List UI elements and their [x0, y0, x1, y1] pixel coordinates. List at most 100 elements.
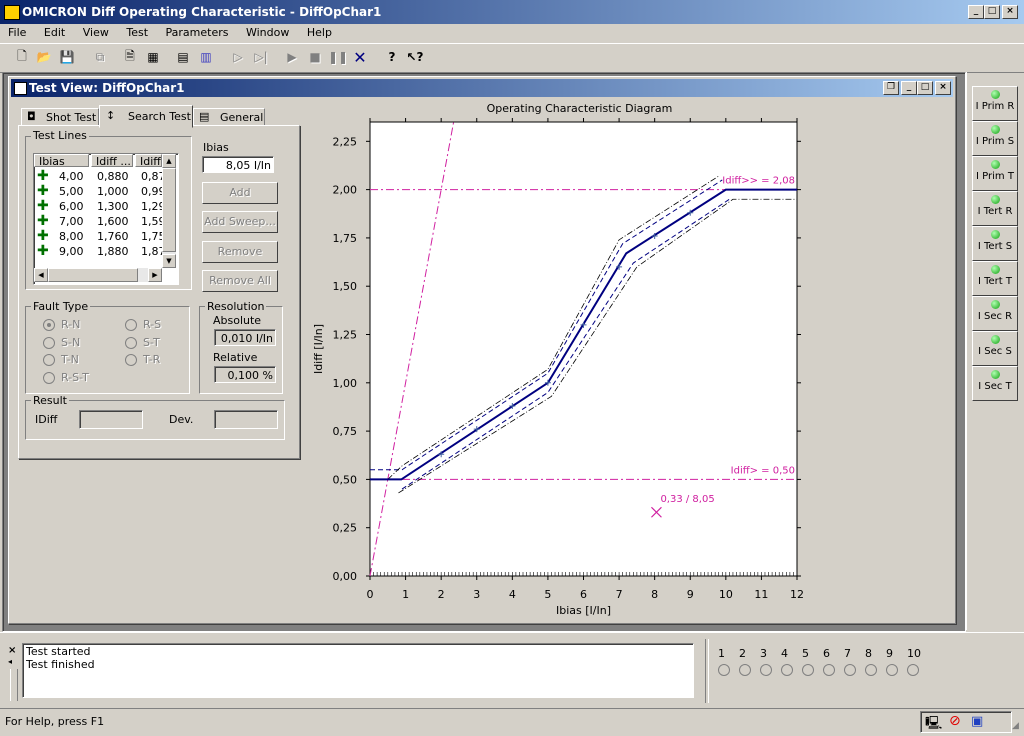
log-splitter[interactable] — [10, 669, 18, 701]
side-button-i-prim-s[interactable]: I Prim S — [972, 121, 1018, 156]
side-button-i-tert-s[interactable]: I Tert S — [972, 226, 1018, 261]
channel-radio[interactable] — [739, 664, 751, 676]
channel-radio[interactable] — [865, 664, 877, 676]
col-idiff-nominal[interactable]: Idiff ... — [91, 154, 133, 168]
table-row[interactable]: ✚ 7,00 1,600 1,59 — [34, 213, 166, 229]
col-ibias[interactable]: Ibias — [34, 154, 89, 168]
relative-input[interactable]: 0,100 % — [214, 366, 276, 383]
copy-icon[interactable]: ⧉ — [90, 47, 110, 67]
y-tick-label: 1,25 — [333, 329, 358, 342]
scroll-thumb[interactable] — [162, 168, 176, 252]
remove-button[interactable]: Remove — [202, 241, 278, 263]
side-button-i-prim-r[interactable]: I Prim R — [972, 86, 1018, 121]
tab-general[interactable]: ▤ General — [193, 108, 265, 125]
play-icon[interactable]: ▶ — [282, 47, 302, 67]
table-icon[interactable]: ▦ — [143, 47, 163, 67]
help-icon[interactable]: ? — [382, 47, 402, 67]
context-help-icon[interactable]: ↖? — [405, 47, 425, 67]
tab-shot-test[interactable]: ◘ Shot Test — [21, 108, 99, 125]
side-button-i-sec-r[interactable]: I Sec R — [972, 296, 1018, 331]
device-icon[interactable]: ▥ — [196, 47, 216, 67]
step-icon[interactable]: ▷| — [251, 47, 271, 67]
new-icon[interactable]: 🗋 — [12, 47, 32, 67]
child-close-button[interactable]: × — [935, 81, 951, 95]
tab-search-test[interactable]: ↕ Search Test — [99, 105, 193, 128]
side-button-label: I Prim R — [975, 101, 1015, 112]
test-lines-list[interactable]: Ibias Idiff ... Idiff ✚ 4,00 0,880 0,87 ✚ 5,0… — [33, 153, 179, 285]
child-icon — [14, 82, 27, 95]
log-pin-icon[interactable]: ◂ — [8, 657, 12, 666]
menu-parameters[interactable]: Parameters — [166, 26, 229, 39]
col-idiff[interactable]: Idiff — [135, 154, 162, 167]
stop-icon[interactable]: ■ — [305, 47, 325, 67]
open-icon[interactable]: 📂 — [34, 47, 54, 67]
play-outline-icon[interactable]: ▷ — [228, 47, 248, 67]
scroll-up-button[interactable]: ▲ — [162, 154, 176, 168]
calc-icon[interactable]: ▤ — [173, 47, 193, 67]
channel-radio[interactable] — [718, 664, 730, 676]
x-tick-label: 12 — [790, 588, 804, 601]
child-restore-button[interactable]: ❐ — [883, 81, 899, 95]
operating-characteristic-chart[interactable]: Operating Characteristic Diagram 0,00 0,25… — [301, 97, 821, 619]
side-button-i-tert-t[interactable]: I Tert T — [972, 261, 1018, 296]
channel-label: 8 — [865, 647, 872, 660]
menu-view[interactable]: View — [83, 26, 109, 39]
maximize-button[interactable]: □ — [984, 5, 1000, 19]
channel-radio[interactable] — [760, 664, 772, 676]
device-connection-icon: ▣ — [971, 714, 984, 729]
pause-icon[interactable]: ❚❚ — [328, 47, 348, 67]
report-icon[interactable]: 🗎 — [120, 47, 140, 67]
result-label: Result — [31, 394, 69, 407]
plus-icon: ✚ — [37, 243, 49, 259]
log-box[interactable]: Test started Test finished — [22, 643, 694, 698]
table-row[interactable]: ✚ 8,00 1,760 1,75 — [34, 228, 166, 244]
table-row[interactable]: ✚ 6,00 1,300 1,29 — [34, 198, 166, 214]
side-button-i-sec-s[interactable]: I Sec S — [972, 331, 1018, 366]
channel-radio[interactable] — [844, 664, 856, 676]
scroll-right-button[interactable]: ▶ — [148, 268, 162, 282]
clear-icon[interactable]: ✕ — [350, 47, 370, 67]
horizontal-scrollbar[interactable]: ◀ ▶ — [34, 268, 162, 282]
limit-line-label: Idiff>> = 2,08 — [722, 176, 795, 187]
ibias-input[interactable]: 8,05 I/In — [202, 156, 274, 173]
absolute-input[interactable]: 0,010 I/In — [214, 329, 276, 346]
log-close-icon[interactable]: × — [8, 645, 16, 656]
save-icon[interactable]: 💾 — [57, 47, 77, 67]
status-led-icon — [990, 125, 1000, 134]
minimize-button[interactable]: _ — [968, 5, 984, 19]
remove-all-button[interactable]: Remove All — [202, 270, 278, 292]
child-minimize-button[interactable]: _ — [901, 81, 917, 95]
scroll-down-button[interactable]: ▼ — [162, 254, 176, 268]
vertical-scrollbar[interactable]: ▲ ▼ — [162, 154, 176, 268]
channel-radio[interactable] — [781, 664, 793, 676]
close-button[interactable]: × — [1002, 5, 1018, 19]
scroll-left-button[interactable]: ◀ — [34, 268, 48, 282]
table-row[interactable]: ✚ 9,00 1,880 1,87 — [34, 243, 166, 259]
side-button-label: I Prim T — [976, 171, 1014, 182]
add-button[interactable]: Add — [202, 182, 278, 204]
channel-radio[interactable] — [823, 664, 835, 676]
side-button-label: I Tert T — [977, 276, 1012, 287]
y-tick-label: 2,25 — [333, 135, 358, 148]
channel-radio[interactable] — [907, 664, 919, 676]
result-marker-label: 0,33 / 8,05 — [660, 494, 714, 505]
add-sweep-button[interactable]: Add Sweep... — [202, 211, 278, 233]
menu-edit[interactable]: Edit — [44, 26, 65, 39]
menu-help[interactable]: Help — [307, 26, 332, 39]
channel-radio[interactable] — [886, 664, 898, 676]
side-button-i-sec-t[interactable]: I Sec T — [972, 366, 1018, 401]
menu-file[interactable]: File — [8, 26, 26, 39]
child-maximize-button[interactable]: □ — [917, 81, 933, 95]
table-row[interactable]: ✚ 4,00 0,880 0,87 — [34, 168, 166, 184]
side-button-i-tert-r[interactable]: I Tert R — [972, 191, 1018, 226]
channel-radio[interactable] — [802, 664, 814, 676]
menu-test[interactable]: Test — [126, 26, 148, 39]
x-axis-label: Ibias [I/In] — [556, 604, 611, 617]
menu-window[interactable]: Window — [246, 26, 289, 39]
table-row[interactable]: ✚ 5,00 1,000 0,99 — [34, 183, 166, 199]
side-button-i-prim-t[interactable]: I Prim T — [972, 156, 1018, 191]
resize-grip-icon[interactable]: ◢ — [1012, 721, 1019, 731]
radio-r-s-label: R-S — [143, 318, 162, 331]
scroll-hthumb[interactable] — [48, 268, 138, 282]
y-tick-label: 1,00 — [333, 377, 358, 390]
